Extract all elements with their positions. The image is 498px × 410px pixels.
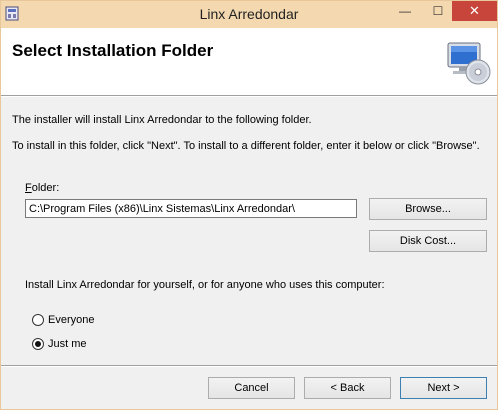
radio-everyone-indicator[interactable] <box>32 314 44 326</box>
cancel-button[interactable]: Cancel <box>208 377 295 399</box>
instructions-text: To install in this folder, click "Next".… <box>12 140 480 152</box>
minimize-button[interactable]: — <box>392 1 418 21</box>
installer-window: Linx Arredondar — ☐ ✕ Select Installatio… <box>0 0 498 410</box>
browse-button[interactable]: Browse... <box>369 198 487 220</box>
folder-label-text: older: <box>31 182 60 194</box>
disk-cost-button[interactable]: Disk Cost... <box>369 230 487 252</box>
install-scope-question: Install Linx Arredondar for yourself, or… <box>25 279 385 291</box>
window-title: Linx Arredondar <box>199 6 299 22</box>
computer-cd-icon <box>447 42 491 85</box>
radio-just-me-indicator[interactable] <box>32 338 44 350</box>
footer-divider-highlight <box>1 366 497 367</box>
radio-just-me[interactable]: Just me <box>32 336 87 352</box>
header-band: Select Installation Folder <box>1 28 497 95</box>
title-bar[interactable]: Linx Arredondar — ☐ ✕ <box>1 1 497 28</box>
folder-path-input[interactable] <box>25 199 357 218</box>
back-button[interactable]: < Back <box>304 377 391 399</box>
folder-label-accelerator: F <box>25 182 32 194</box>
page-title: Select Installation Folder <box>12 41 214 60</box>
radio-everyone-label[interactable]: Everyone <box>48 314 94 326</box>
radio-just-me-label[interactable]: Just me <box>48 338 87 350</box>
next-button[interactable]: Next > <box>400 377 487 399</box>
folder-label: Folder: <box>25 182 59 194</box>
intro-text: The installer will install Linx Arredond… <box>12 114 312 126</box>
header-divider-highlight <box>1 96 497 97</box>
close-button[interactable]: ✕ <box>452 1 497 21</box>
maximize-button[interactable]: ☐ <box>425 1 451 21</box>
radio-everyone[interactable]: Everyone <box>32 312 94 328</box>
